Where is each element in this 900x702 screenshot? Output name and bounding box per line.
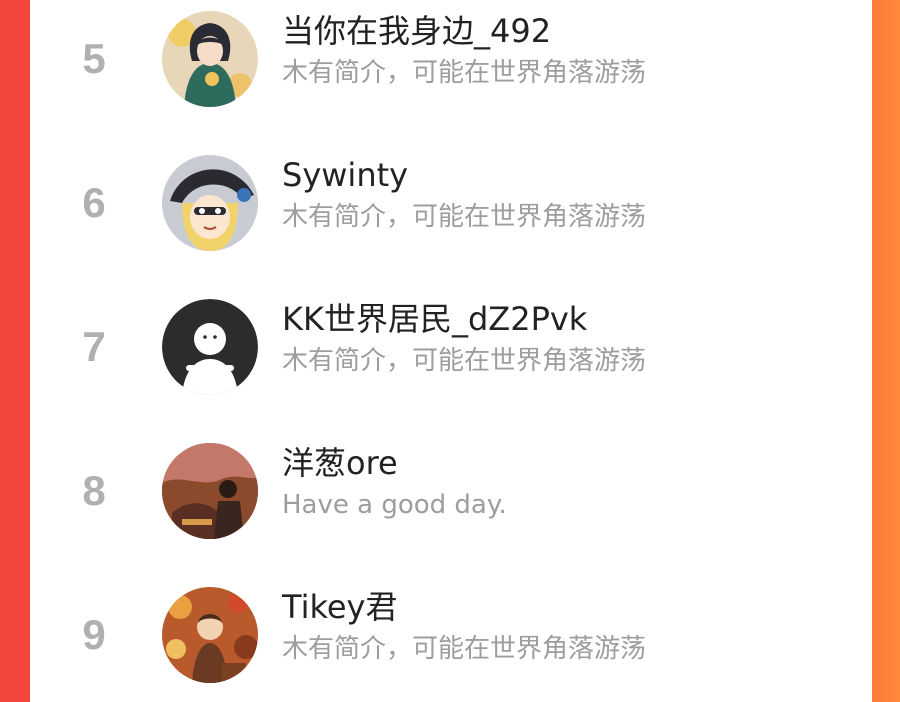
- user-bio: 木有简介，可能在世界角落游荡: [282, 58, 647, 88]
- user-name[interactable]: KK世界居民_dZ2Pvk: [282, 299, 587, 339]
- avatar[interactable]: [162, 155, 258, 251]
- list-item[interactable]: 9 Tikey君 木有简介，可能在世界角落游荡: [30, 575, 872, 695]
- rank-number: 8: [82, 467, 106, 514]
- avatar[interactable]: [162, 11, 258, 107]
- user-bio: 木有简介，可能在世界角落游荡: [282, 634, 647, 664]
- rank-number: 5: [82, 35, 106, 82]
- user-name[interactable]: 当你在我身边_492: [282, 11, 551, 51]
- list-item[interactable]: 8 洋葱ore Have a good day.: [30, 431, 872, 551]
- default-user-icon[interactable]: [162, 299, 258, 395]
- list-item[interactable]: 5 当你在我身边_492 木有简介，可能在世界角落游荡: [30, 0, 872, 119]
- user-bio: 木有简介，可能在世界角落游荡: [282, 346, 647, 376]
- avatar[interactable]: [162, 587, 258, 683]
- list-item[interactable]: 6 Sywinty 木有简介，可能在世界角落游荡: [30, 143, 872, 263]
- user-name[interactable]: Sywinty: [282, 155, 408, 195]
- user-name[interactable]: 洋葱ore: [282, 443, 398, 483]
- list-item[interactable]: 7 KK世界居民_dZ2Pvk 木有简介，可能在世界角落游荡: [30, 287, 872, 407]
- user-bio: Have a good day.: [282, 490, 507, 520]
- user-name[interactable]: Tikey君: [282, 587, 397, 627]
- rank-number: 9: [82, 611, 106, 658]
- rank-number: 6: [82, 179, 106, 226]
- avatar[interactable]: [162, 443, 258, 539]
- rank-number: 7: [82, 323, 106, 370]
- ranking-panel: 5 当你在我身边_492 木有简介，可能在世界角落游荡 6 Sywinty 木有…: [30, 0, 872, 702]
- user-bio: 木有简介，可能在世界角落游荡: [282, 202, 647, 232]
